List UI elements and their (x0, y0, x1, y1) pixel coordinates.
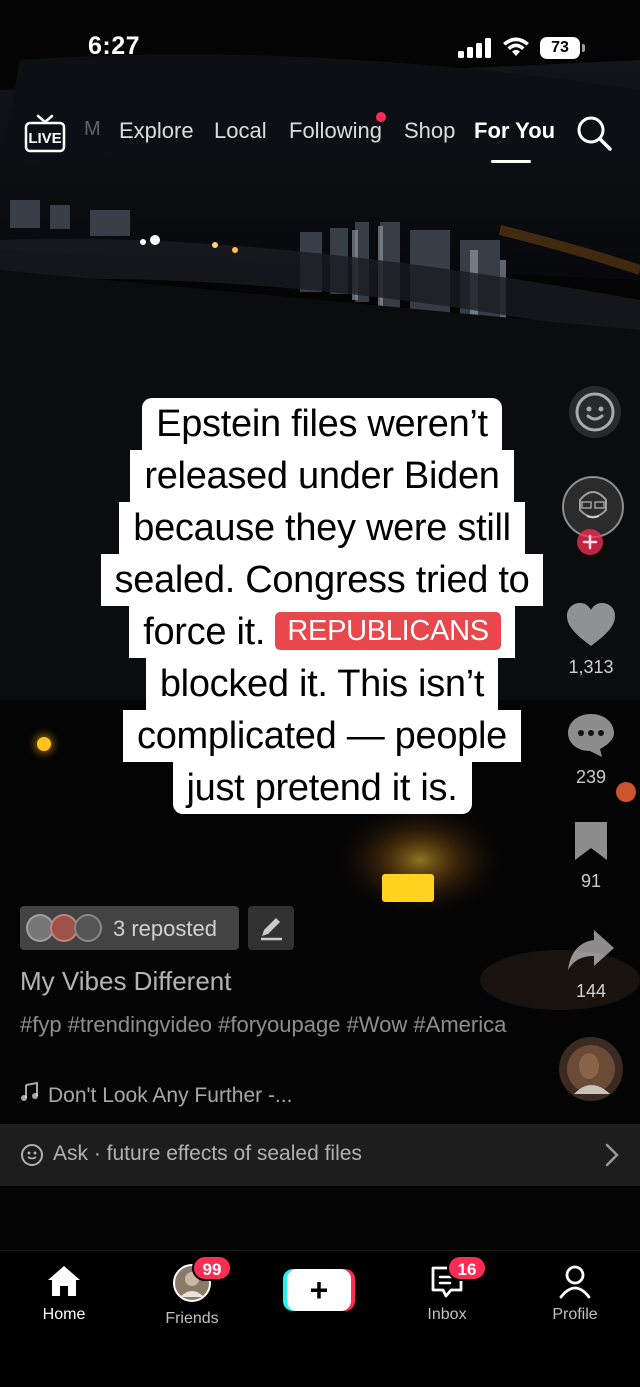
home-icon (48, 1266, 80, 1296)
chevron-right-icon (605, 1143, 619, 1167)
share-button[interactable]: 144 (556, 928, 626, 1002)
caption-line: blocked it. This isn’t (145, 658, 499, 710)
smiley-bubble-icon (568, 386, 621, 438)
live-label: LIVE (28, 130, 61, 147)
edit-button[interactable] (248, 906, 294, 950)
nav-home-label: Home (42, 1306, 86, 1323)
author-name[interactable]: My Vibes Different (20, 966, 231, 997)
active-tab-indicator (491, 160, 531, 163)
bookmark-icon (575, 822, 607, 860)
status-time: 6:27 (88, 32, 141, 60)
tab-local[interactable]: Local (214, 118, 267, 144)
battery-indicator: 73 (540, 37, 586, 59)
tab-following[interactable]: Following (289, 118, 382, 144)
battery-level: 73 (540, 37, 580, 59)
nav-overflow-fragment: M (84, 118, 101, 140)
ask-bar[interactable]: Ask · future effects of sealed files (0, 1124, 640, 1186)
caption-line: released under Biden (130, 450, 514, 502)
like-count: 1,313 (568, 657, 614, 677)
create-button[interactable]: + (283, 1265, 355, 1313)
save-button[interactable]: 91 (556, 820, 626, 892)
bottom-nav: Home Friends 99 + Inbox 16 Profile (0, 1250, 640, 1387)
pencil-icon (261, 918, 282, 941)
like-button[interactable]: 1,313 (556, 602, 626, 678)
reposted-chip[interactable]: 3 reposted (20, 906, 239, 950)
tab-shop[interactable]: Shop (404, 118, 455, 144)
live-tv-icon: LIVE (24, 114, 66, 153)
caption-line: Epstein files weren’t (142, 398, 502, 450)
repost-avatar (74, 914, 102, 942)
search-icon[interactable] (575, 114, 613, 152)
live-button[interactable]: LIVE (24, 112, 66, 156)
comment-icon (568, 714, 614, 757)
battery-nub (582, 44, 585, 52)
nav-profile-label: Profile (552, 1306, 598, 1323)
caption-line: because they were still (119, 502, 525, 554)
ai-smiley-icon (21, 1144, 43, 1166)
status-bar: 6:27 73 (0, 0, 640, 90)
comment-button[interactable]: 239 (556, 712, 626, 788)
caption-line: complicated — people (123, 710, 521, 762)
plus-icon: + (310, 1272, 329, 1308)
nav-inbox[interactable]: Inbox 16 (397, 1255, 497, 1324)
creator-avatar-button[interactable] (556, 476, 626, 555)
caption-line: sealed. Congress tried to (100, 554, 544, 606)
nav-friends-label: Friends (165, 1310, 219, 1327)
post-description[interactable]: #fyp #trendingvideo #foryoupage #Wow #Am… (20, 1008, 520, 1041)
follow-plus-icon[interactable] (576, 528, 604, 556)
reposted-label: 3 reposted (113, 916, 217, 941)
tab-for-you[interactable]: For You (474, 118, 555, 144)
sound-row[interactable]: Don't Look Any Further -... (20, 1082, 292, 1108)
caption-highlight-tag: REPUBLICANS (275, 612, 501, 650)
friends-badge: 99 (192, 1255, 232, 1281)
following-notification-dot (376, 112, 386, 122)
share-count: 144 (575, 981, 607, 1001)
nav-friends[interactable]: Friends 99 (142, 1255, 242, 1328)
heart-icon (567, 603, 615, 646)
wifi-icon (503, 37, 529, 56)
ask-text: Ask · future effects of sealed files (53, 1142, 362, 1165)
nav-home[interactable]: Home (14, 1263, 114, 1324)
inbox-badge: 16 (447, 1255, 487, 1281)
ai-assistant-button[interactable] (556, 384, 626, 445)
nav-inbox-label: Inbox (427, 1306, 467, 1323)
profile-icon (559, 1265, 591, 1299)
comment-count: 239 (575, 767, 607, 787)
sound-title: Don't Look Any Further -... (48, 1084, 293, 1107)
sound-disc-avatar (559, 1037, 623, 1101)
sound-disc-button[interactable] (556, 1036, 626, 1107)
caption-line-with-highlight: force it. REPUBLICANS (129, 606, 515, 658)
save-count: 91 (580, 871, 602, 891)
music-note-icon (21, 1082, 38, 1101)
video-caption-overlay: Epstein files weren’t released under Bid… (60, 398, 584, 814)
cellular-signal-icon (458, 38, 491, 58)
nav-profile[interactable]: Profile (525, 1263, 625, 1324)
share-arrow-icon (568, 930, 614, 970)
caption-line-text: force it. (143, 611, 266, 653)
top-nav: LIVE M Explore Local Following Shop For … (0, 108, 640, 168)
caption-line: just pretend it is. (172, 762, 472, 814)
tab-explore[interactable]: Explore (119, 118, 194, 144)
